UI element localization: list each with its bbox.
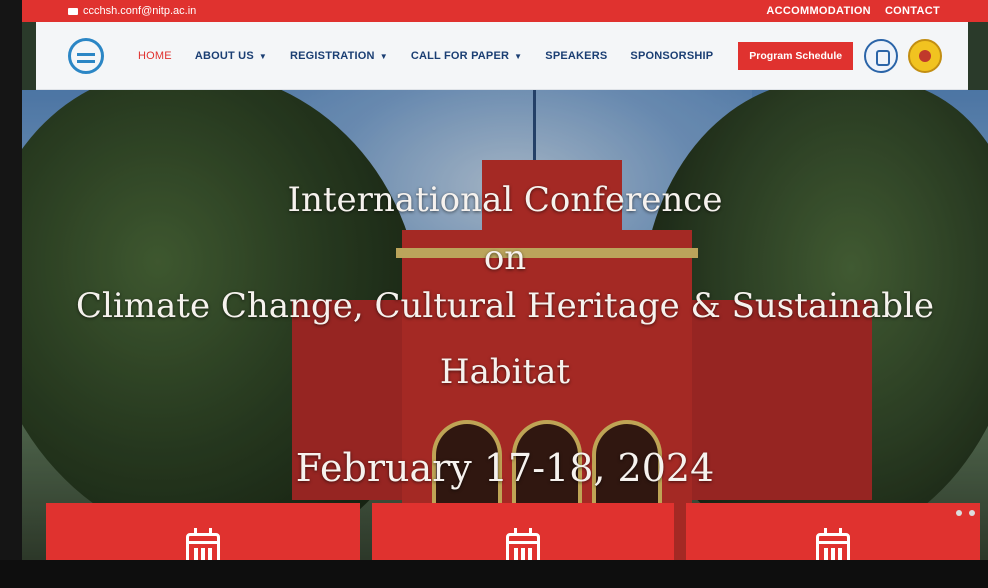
- hero-title-line4: Habitat: [439, 352, 571, 392]
- top-links: ACCOMMODATION CONTACT: [766, 5, 940, 17]
- nav-label: CALL FOR PAPER: [410, 49, 510, 62]
- hero-date: February 17-18, 2024: [295, 446, 715, 490]
- hero-banner: International Conference on Climate Chan…: [22, 90, 988, 588]
- slider-dots[interactable]: [956, 510, 975, 516]
- browser-screen: ccchsh.conf@nitp.ac.in ACCOMMODATION CON…: [22, 0, 988, 588]
- nav-label: HOME: [138, 49, 172, 62]
- institution-seals: [864, 38, 942, 73]
- chevron-down-icon: ▼: [258, 51, 267, 61]
- nav-label: ABOUT US: [194, 49, 254, 62]
- hero-title-line2: on: [483, 238, 527, 278]
- nav-item-registration[interactable]: REGISTRATION ▼: [290, 50, 388, 62]
- monitor-bezel-bottom: [0, 560, 988, 588]
- hero-title-line3: Climate Change, Cultural Heritage & Sust…: [76, 286, 934, 326]
- program-schedule-button[interactable]: Program Schedule: [738, 41, 854, 70]
- chevron-down-icon: ▼: [379, 51, 388, 61]
- contact-link[interactable]: CONTACT: [885, 5, 940, 17]
- main-navbar: HOME ABOUT US ▼ REGISTRATION ▼ CALL FOR PA…: [36, 22, 968, 90]
- contact-email[interactable]: ccchsh.conf@nitp.ac.in: [68, 5, 196, 17]
- mail-icon: [68, 7, 78, 15]
- conference-logo[interactable]: [68, 37, 104, 74]
- nav-label: REGISTRATION: [289, 49, 375, 62]
- nav-item-speakers[interactable]: SPEAKERS: [545, 50, 607, 62]
- chevron-down-icon: ▼: [514, 51, 523, 61]
- partner-seal-icon[interactable]: [908, 38, 942, 73]
- accommodation-link[interactable]: ACCOMMODATION: [766, 5, 871, 17]
- nav-menu: HOME ABOUT US ▼ REGISTRATION ▼ CALL FOR PA…: [138, 41, 854, 70]
- email-text: ccchsh.conf@nitp.ac.in: [83, 5, 197, 17]
- nav-item-call-for-paper[interactable]: CALL FOR PAPER ▼: [411, 50, 522, 62]
- institute-seal-icon[interactable]: [864, 38, 898, 73]
- nav-item-about-us[interactable]: ABOUT US ▼: [195, 50, 267, 62]
- nav-item-home[interactable]: HOME: [138, 50, 172, 62]
- hero-title-line1: International Conference: [287, 180, 723, 220]
- nav-item-sponsorship[interactable]: SPONSORSHIP: [630, 50, 713, 62]
- nav-label: SPEAKERS: [545, 49, 608, 62]
- top-bar: ccchsh.conf@nitp.ac.in ACCOMMODATION CON…: [22, 0, 988, 22]
- nav-label: SPONSORSHIP: [630, 49, 714, 62]
